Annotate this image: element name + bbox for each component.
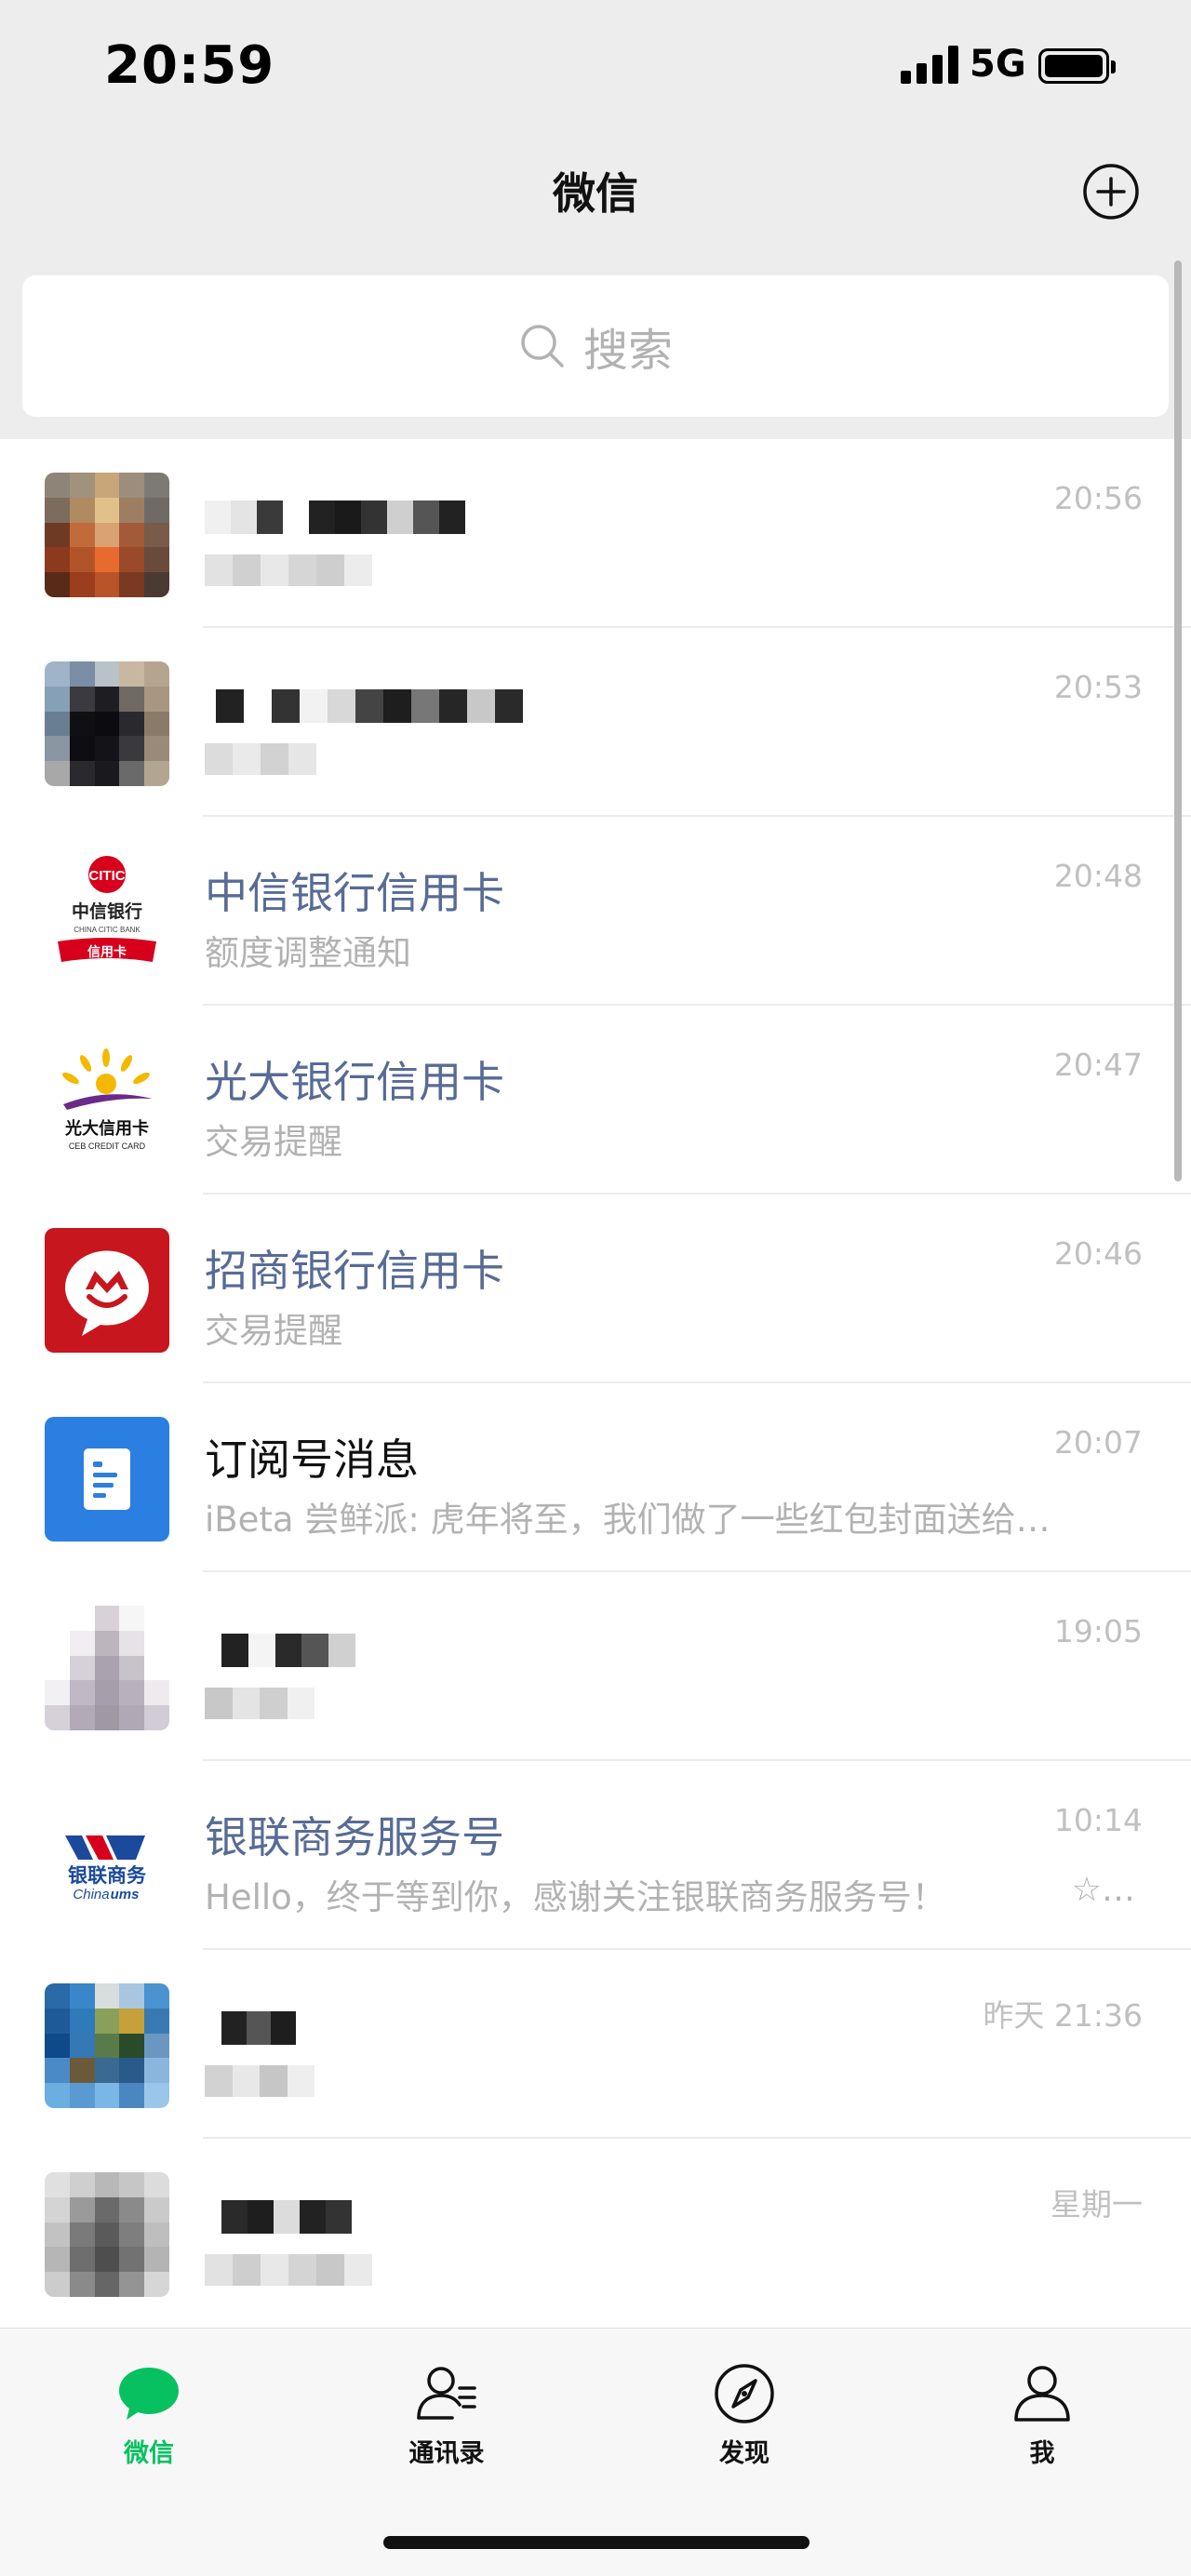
network-label: 5G — [970, 43, 1026, 86]
chat-time: 星期一 — [1050, 2186, 1143, 2222]
search-icon — [521, 325, 564, 367]
citic-logo-mark: CITIC — [88, 868, 125, 884]
citic-logo-text: 中信银行 — [72, 901, 142, 922]
chat-row[interactable]: 20:53 — [0, 628, 1191, 817]
tab-label: 通讯录 — [408, 2439, 485, 2468]
chat-row[interactable]: 招商银行信用卡 交易提醒 20:46 — [0, 1195, 1191, 1383]
chat-time: 20:56 — [1053, 480, 1143, 516]
battery-icon — [1038, 48, 1116, 84]
cmb-logo — [45, 1228, 169, 1353]
ceb-logo-text: 光大信用卡 — [64, 1118, 149, 1139]
chat-row[interactable]: CITIC 中信银行 CHINA CITIC BANK 信用卡 中信银行信用卡 … — [0, 817, 1191, 1006]
ceb-logo-subtext: CEB CREDIT CARD — [69, 1141, 146, 1151]
chat-time: 19:05 — [1053, 1613, 1143, 1649]
redacted-preview — [205, 554, 372, 586]
chat-time: 20:53 — [1053, 669, 1143, 705]
wechat-screen: 20:59 5G 微信 搜索 20:56 20:53 CITIC 中信银行 CH… — [0, 0, 1191, 2576]
redacted-preview — [205, 1688, 314, 1719]
page-title: 微信 — [553, 168, 638, 219]
tab-label: 微信 — [124, 2439, 174, 2468]
scrollbar[interactable] — [1174, 260, 1182, 1181]
chat-preview: 交易提醒 — [205, 1122, 342, 1162]
chat-row[interactable]: 订阅号消息 iBeta 尝鲜派: 虎年将至，我们做了一些红包封面送给… 20:0… — [0, 1383, 1191, 1572]
chat-row[interactable]: 20:56 — [0, 439, 1191, 628]
tab-contacts[interactable]: 通讯录 — [354, 2360, 540, 2469]
redacted-name — [221, 2200, 352, 2234]
unionpay-logo-subtext: China — [73, 1887, 109, 1902]
tab-label: 我 — [1029, 2439, 1055, 2468]
tab-me[interactable]: 我 — [949, 2360, 1135, 2469]
redacted-name — [221, 1634, 355, 1667]
chat-time: 昨天 21:36 — [983, 1997, 1143, 2034]
redacted-preview — [205, 2254, 372, 2286]
chat-row[interactable]: 星期一 — [0, 2139, 1191, 2328]
avatar — [45, 473, 169, 597]
chat-name: 中信银行信用卡 — [205, 868, 504, 918]
document-icon — [84, 1448, 130, 1510]
redacted-name — [205, 501, 465, 534]
search-input[interactable]: 搜索 — [22, 275, 1169, 417]
redacted-preview — [205, 743, 316, 775]
chat-name: 订阅号消息 — [205, 1435, 419, 1485]
chat-time: 20:07 — [1053, 1424, 1143, 1461]
chat-time: 20:48 — [1053, 858, 1143, 894]
chat-name: 光大银行信用卡 — [205, 1057, 504, 1107]
contacts-icon — [417, 2367, 476, 2420]
chat-name: 银联商务服务号 — [205, 1812, 504, 1862]
avatar — [45, 1983, 169, 2108]
chat-row[interactable]: 19:05 — [0, 1572, 1191, 1761]
chat-time: 10:14 — [1053, 1802, 1143, 1838]
chat-preview: 交易提醒 — [205, 1311, 342, 1351]
redacted-name — [216, 689, 523, 723]
tab-discover[interactable]: 发现 — [651, 2360, 837, 2469]
chat-time: 20:47 — [1053, 1047, 1143, 1083]
tab-label: 发现 — [719, 2439, 769, 2468]
unionpay-logo: 银联商务 China ums — [45, 1795, 169, 1919]
chat-row[interactable]: 银联商务 China ums 银联商务服务号 Hello，终于等到你，感谢关注银… — [0, 1761, 1191, 1950]
chat-name: 招商银行信用卡 — [205, 1246, 504, 1296]
unionpay-logo-text: 银联商务 — [68, 1864, 147, 1887]
citic-logo-badge: 信用卡 — [87, 944, 127, 960]
plus-circle-icon[interactable] — [1082, 163, 1140, 220]
chat-preview: 额度调整通知 — [205, 933, 411, 973]
avatar — [45, 1606, 169, 1730]
star-more: ☆… — [1071, 1871, 1135, 1909]
home-indicator — [383, 2536, 810, 2549]
chat-row[interactable]: 昨天 21:36 — [0, 1950, 1191, 2139]
search-placeholder: 搜索 — [582, 325, 673, 377]
chat-time: 20:46 — [1053, 1235, 1143, 1272]
chat-preview: Hello，终于等到你，感谢关注银联商务服务号！ — [205, 1877, 946, 1917]
status-time: 20:59 — [104, 35, 275, 96]
avatar — [45, 2172, 169, 2297]
person-icon — [1014, 2366, 1070, 2422]
status-bar: 20:59 5G — [0, 0, 1191, 130]
citic-logo-subtext: CHINA CITIC BANK — [74, 926, 141, 934]
chat-row[interactable]: 光大信用卡 CEB CREDIT CARD 光大银行信用卡 交易提醒 20:47 — [0, 1006, 1191, 1195]
tab-chats[interactable]: 微信 — [56, 2360, 242, 2469]
chat-list: 20:56 20:53 CITIC 中信银行 CHINA CITIC BANK … — [0, 439, 1191, 2328]
subscription-avatar — [45, 1417, 169, 1542]
ceb-logo: 光大信用卡 CEB CREDIT CARD — [45, 1039, 169, 1164]
signal-icon — [901, 45, 958, 84]
redacted-preview — [205, 2065, 314, 2097]
unionpay-logo-subtext-2: ums — [111, 1887, 140, 1902]
citic-logo: CITIC 中信银行 CHINA CITIC BANK 信用卡 — [45, 850, 169, 975]
chat-preview: iBeta 尝鲜派: 虎年将至，我们做了一些红包封面送给… — [205, 1500, 1050, 1540]
chat-bubble-icon — [119, 2368, 179, 2420]
redacted-name — [221, 2011, 296, 2045]
compass-icon — [715, 2364, 774, 2423]
avatar — [45, 661, 169, 786]
